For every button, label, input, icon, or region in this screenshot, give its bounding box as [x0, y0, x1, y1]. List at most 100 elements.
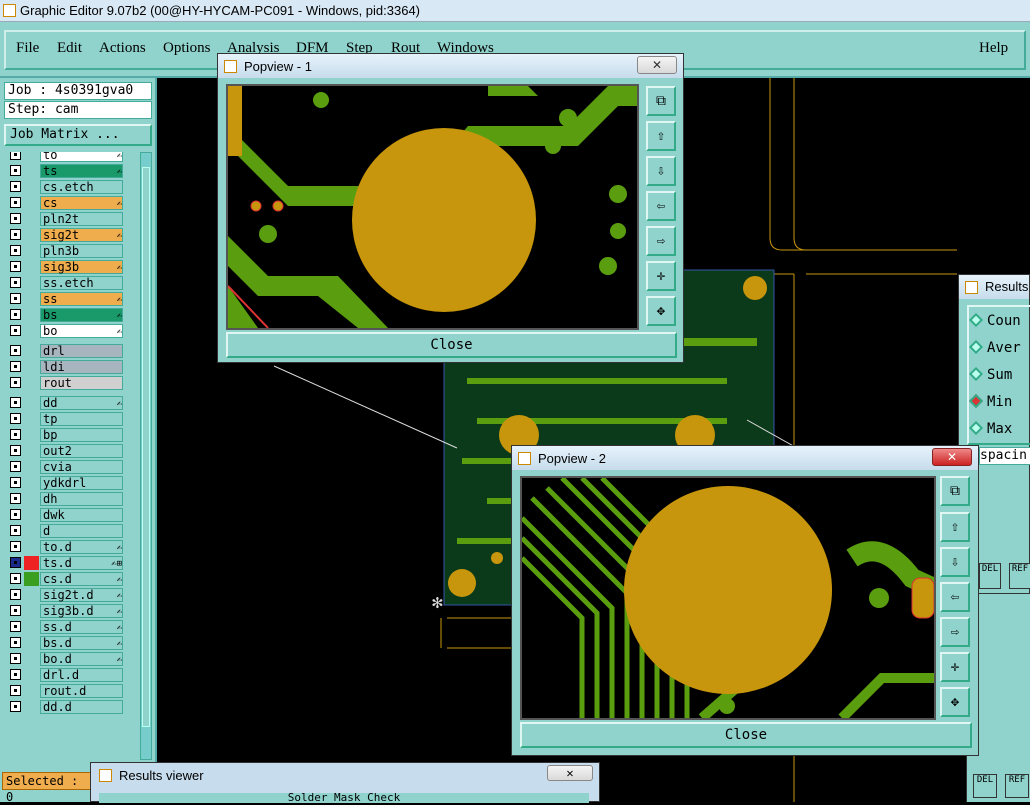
layer-color-swatch[interactable] [24, 324, 39, 338]
layer-color-swatch[interactable] [24, 444, 39, 458]
popview-2-zoom-fit-icon[interactable]: ⧉ [940, 476, 970, 506]
layer-row-drl-d[interactable]: drl.d [4, 668, 132, 682]
layer-row-d[interactable]: d [4, 524, 132, 538]
menu-actions[interactable]: Actions [99, 40, 146, 57]
results-option-average[interactable]: Aver [968, 339, 1021, 356]
layer-checkbox[interactable] [10, 293, 21, 304]
layer-color-swatch[interactable] [24, 492, 39, 506]
menu-help[interactable]: Help [979, 40, 1008, 57]
layer-checkbox[interactable] [10, 541, 21, 552]
layer-row-ts[interactable]: ts ✍ [4, 164, 132, 178]
layer-checkbox[interactable] [10, 229, 21, 240]
results-option-sum[interactable]: Sum [968, 366, 1012, 383]
layer-color-swatch[interactable] [24, 212, 39, 226]
layer-row-drl[interactable]: drl [4, 344, 132, 358]
menu-edit[interactable]: Edit [57, 40, 82, 57]
layer-checkbox[interactable] [10, 213, 21, 224]
menu-file[interactable]: File [16, 40, 39, 57]
layer-color-swatch[interactable] [24, 196, 39, 210]
popview-2-view[interactable] [520, 476, 936, 720]
layer-color-swatch[interactable] [24, 360, 39, 374]
layer-checkbox[interactable] [10, 245, 21, 256]
results-option-max[interactable]: Max [968, 420, 1012, 437]
layer-checkbox[interactable] [10, 637, 21, 648]
popview-1-pan-right-icon[interactable]: ⇨ [646, 226, 676, 256]
layer-color-swatch[interactable] [24, 588, 39, 602]
layer-row-bo[interactable]: bo ✍ [4, 324, 132, 338]
layer-color-swatch[interactable] [24, 412, 39, 426]
layer-row-bs[interactable]: bs ✍ [4, 308, 132, 322]
layer-checkbox[interactable] [10, 277, 21, 288]
layer-checkbox[interactable] [10, 361, 21, 372]
layer-checkbox[interactable] [10, 197, 21, 208]
layer-row-bp[interactable]: bp [4, 428, 132, 442]
popview-1-zoom-fit-icon[interactable]: ⧉ [646, 86, 676, 116]
layer-color-swatch[interactable] [24, 164, 39, 178]
layer-row-cs-etch[interactable]: cs.etch [4, 180, 132, 194]
job-matrix-button[interactable]: Job Matrix ... [4, 124, 152, 146]
layer-row-cs[interactable]: cs ✍ [4, 196, 132, 210]
popview-1-zoom-in-icon[interactable]: ✛ [646, 261, 676, 291]
layer-row-sig3b[interactable]: sig3b ✍ [4, 260, 132, 274]
popview-2-pan-down-icon[interactable]: ⇩ [940, 547, 970, 577]
layer-color-swatch[interactable] [24, 652, 39, 666]
ref-button[interactable]: REF [1009, 563, 1030, 589]
layer-checkbox[interactable] [10, 477, 21, 488]
layer-checkbox[interactable] [10, 685, 21, 696]
layer-checkbox[interactable] [10, 345, 21, 356]
layer-row-dwk[interactable]: dwk [4, 508, 132, 522]
layer-checkbox[interactable] [10, 261, 21, 272]
layer-checkbox[interactable] [10, 413, 21, 424]
layer-row-ss[interactable]: ss ✍ [4, 292, 132, 306]
layer-row-ydkdrl[interactable]: ydkdrl [4, 476, 132, 490]
popview-1-pan-down-icon[interactable]: ⇩ [646, 156, 676, 186]
layer-color-swatch[interactable] [24, 292, 39, 306]
layer-row-to[interactable]: to ✍ [4, 152, 132, 162]
layer-color-swatch[interactable] [24, 180, 39, 194]
layer-checkbox[interactable] [10, 309, 21, 320]
layer-checkbox[interactable] [10, 509, 21, 520]
popview-1-close-button[interactable]: Close [226, 332, 677, 358]
layer-color-swatch[interactable] [24, 604, 39, 618]
layer-checkbox[interactable] [10, 377, 21, 388]
layer-color-swatch[interactable] [24, 684, 39, 698]
popview-2-titlebar[interactable]: Popview - 2 ✕ [512, 446, 978, 470]
popview-2-zoom-out-icon[interactable]: ✥ [940, 687, 970, 717]
popview-2-pan-left-icon[interactable]: ⇦ [940, 582, 970, 612]
popview-2-pan-up-icon[interactable]: ⇧ [940, 512, 970, 542]
layer-checkbox[interactable] [10, 461, 21, 472]
layer-color-swatch[interactable] [24, 524, 39, 538]
layer-checkbox[interactable] [10, 701, 21, 712]
popview-2-zoom-in-icon[interactable]: ✛ [940, 652, 970, 682]
results-viewer-close-icon[interactable]: ✕ [547, 765, 593, 781]
layer-row-pln2t[interactable]: pln2t [4, 212, 132, 226]
layer-checkbox[interactable] [10, 493, 21, 504]
popview-2-pan-right-icon[interactable]: ⇨ [940, 617, 970, 647]
layer-color-swatch[interactable] [24, 572, 39, 586]
layer-row-to-d[interactable]: to.d ✍ [4, 540, 132, 554]
layer-color-swatch[interactable] [24, 344, 39, 358]
layer-checkbox[interactable] [10, 605, 21, 616]
layer-color-swatch[interactable] [24, 508, 39, 522]
layer-scrollbar[interactable] [140, 152, 152, 760]
layer-color-swatch[interactable] [24, 228, 39, 242]
layer-row-sig3b-d[interactable]: sig3b.d ✍ [4, 604, 132, 618]
layer-color-swatch[interactable] [24, 636, 39, 650]
layer-color-swatch[interactable] [24, 244, 39, 258]
layer-checkbox[interactable] [10, 557, 21, 568]
ref-button-lower[interactable]: REF [1005, 774, 1029, 798]
popview-1-pan-up-icon[interactable]: ⇧ [646, 121, 676, 151]
popview-1-zoom-out-icon[interactable]: ✥ [646, 296, 676, 326]
layer-checkbox[interactable] [10, 429, 21, 440]
del-button[interactable]: DEL [979, 563, 1001, 589]
layer-row-bo-d[interactable]: bo.d ✍ [4, 652, 132, 666]
layer-row-cs-d[interactable]: cs.d ✍ [4, 572, 132, 586]
layer-color-swatch[interactable] [24, 308, 39, 322]
layer-color-swatch[interactable] [24, 556, 39, 570]
layer-checkbox[interactable] [10, 397, 21, 408]
layer-row-out2[interactable]: out2 [4, 444, 132, 458]
layer-row-rout-d[interactable]: rout.d [4, 684, 132, 698]
layer-row-ss-d[interactable]: ss.d ✍ [4, 620, 132, 634]
layer-row-bs-d[interactable]: bs.d ✍ [4, 636, 132, 650]
layer-checkbox[interactable] [10, 589, 21, 600]
